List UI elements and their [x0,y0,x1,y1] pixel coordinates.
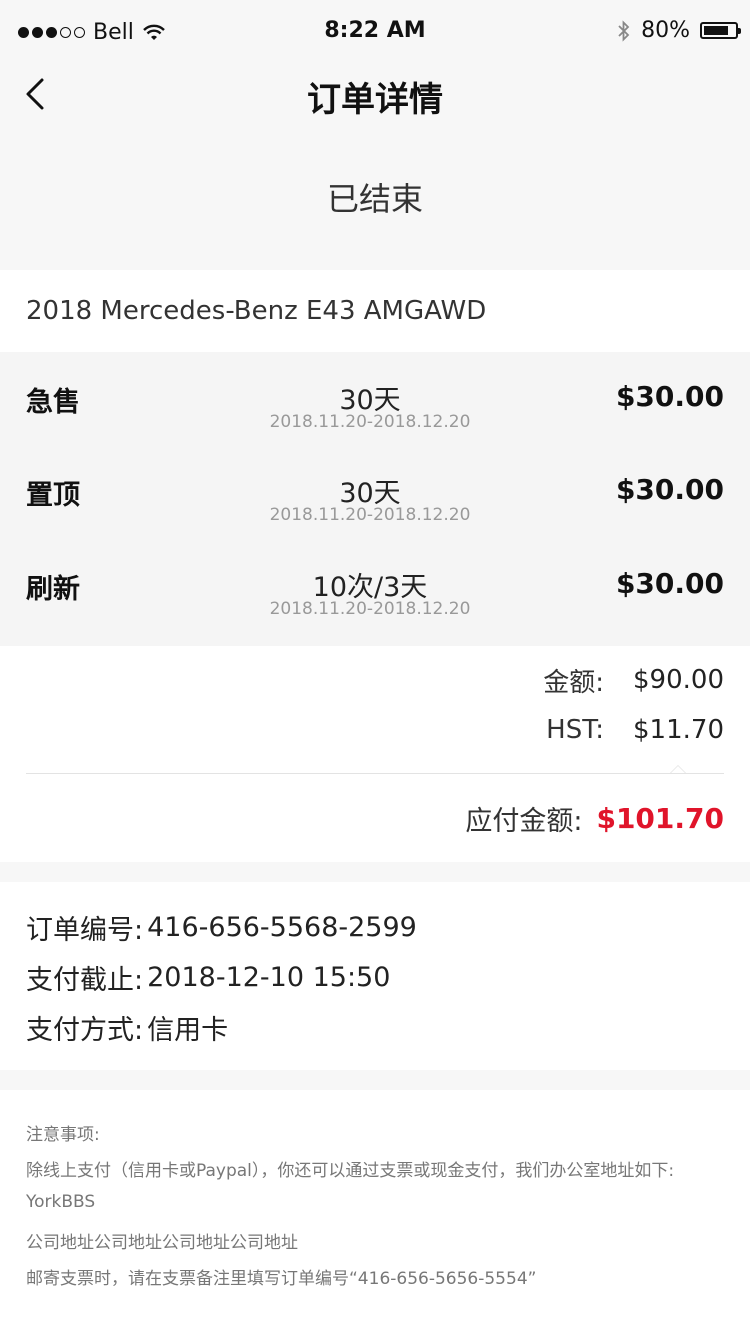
service-list: 急售 30天 2018.11.20-2018.12.20 $30.00 置顶 3… [0,352,750,646]
note-line: YorkBBS [26,1192,96,1212]
service-name: 急售 [26,387,80,418]
payment-deadline-label: 支付截止: [26,964,144,996]
service-row: 急售 30天 2018.11.20-2018.12.20 $30.00 [0,352,750,446]
order-status: 已结束 [0,124,750,270]
service-name: 置顶 [26,480,80,511]
note-line: 公司地址公司地址公司地址公司地址 [26,1233,298,1253]
service-price: $30.00 [615,380,724,413]
service-date-range: 2018.11.20-2018.12.20 [269,412,471,432]
caret-up-icon [670,765,686,773]
page-title: 订单详情 [307,80,443,120]
bluetooth-icon [618,19,630,42]
service-date-range: 2018.11.20-2018.12.20 [269,599,471,619]
service-date-range: 2018.11.20-2018.12.20 [269,505,471,525]
totals-panel: 金额: $90.00 HST: $11.70 应付金额: $101.70 [0,646,750,862]
order-status-text: 已结束 [326,180,423,218]
payment-deadline-value: 2018-12-10 15:50 [147,961,391,993]
status-bar: Bell 8:22 AM 80% [0,0,750,64]
order-info-panel: 订单编号: 416-656-5568-2599 支付截止: 2018-12-10… [0,882,750,1070]
amount-due-row: 应付金额: $101.70 [465,798,724,838]
battery-icon [700,22,741,39]
service-name: 刷新 [26,574,80,605]
note-line: 邮寄支票时，请在支票备注里填写订单编号“416-656-5656-5554” [26,1269,537,1289]
payment-method-label: 支付方式: [26,1014,144,1046]
hst-label: HST: [546,715,604,745]
notes-panel: 注意事项: 除线上支付（信用卡或Paypal），你还可以通过支票或现金支付，我们… [0,1090,750,1334]
hst-row: HST: $11.70 [546,712,724,748]
note-line: 除线上支付（信用卡或Paypal），你还可以通过支票或现金支付，我们办公室地址如… [26,1161,675,1181]
amount-value: $90.00 [633,665,724,695]
status-right: 80% [617,18,741,43]
notes-heading: 注意事项: [26,1125,100,1145]
amount-due-label: 应付金额: [465,805,583,837]
navigation-bar: 订单详情 [0,64,750,124]
payment-method-row: 支付方式: 信用卡 [26,1007,228,1047]
service-price: $30.00 [615,567,724,600]
service-price: $30.00 [615,473,724,506]
service-row: 刷新 10次/3天 2018.11.20-2018.12.20 $30.00 [0,539,750,633]
amount-row: 金额: $90.00 [543,662,724,698]
hst-value: $11.70 [633,715,724,745]
service-row: 置顶 30天 2018.11.20-2018.12.20 $30.00 [0,445,750,539]
vehicle-name: 2018 Mercedes-Benz E43 AMGAWD [26,296,487,326]
order-number-value: 416-656-5568-2599 [147,911,417,943]
order-number-row: 订单编号: 416-656-5568-2599 [26,907,417,947]
totals-divider [26,765,724,774]
amount-label: 金额: [543,667,604,698]
battery-percent: 80% [641,18,690,43]
payment-deadline-row: 支付截止: 2018-12-10 15:50 [26,957,390,997]
order-number-label: 订单编号: [26,914,144,946]
payment-method-value: 信用卡 [147,1014,229,1046]
amount-due-value: $101.70 [596,801,724,835]
vehicle-title: 2018 Mercedes-Benz E43 AMGAWD [0,270,750,352]
